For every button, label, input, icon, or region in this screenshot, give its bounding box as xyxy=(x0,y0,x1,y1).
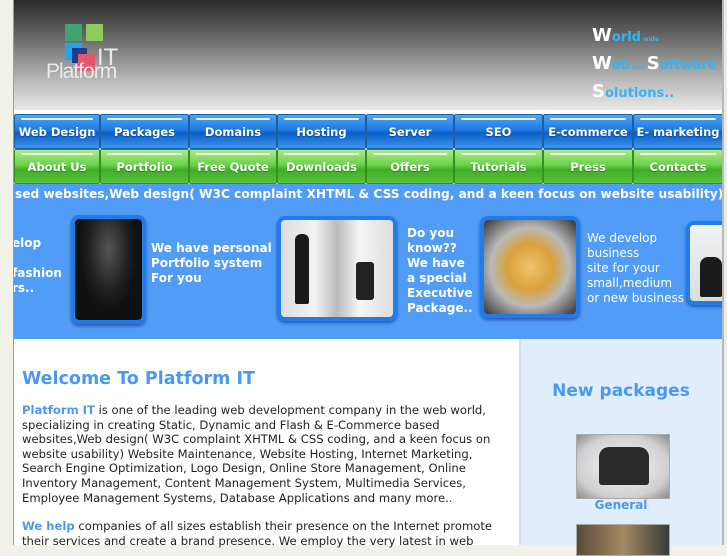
package-second-image[interactable] xyxy=(576,524,670,556)
promo-banner: sed websites,Web design( W3C complaint X… xyxy=(14,184,723,339)
portfolio-photo[interactable] xyxy=(71,215,146,324)
nav-seo[interactable]: SEO xyxy=(454,114,543,149)
scrolling-marquee: sed websites,Web design( W3C complaint X… xyxy=(15,187,723,201)
nav-about-us[interactable]: About Us xyxy=(14,149,100,184)
main-content: Welcome To Platform IT Platform IT is on… xyxy=(14,339,519,548)
nav-row-company: About Us Portfolio Free Quote Downloads … xyxy=(14,149,723,184)
executive-photo[interactable] xyxy=(277,216,397,321)
help-paragraph: We help companies of all sizes establish… xyxy=(22,519,493,548)
business-photo[interactable] xyxy=(480,216,580,318)
header: IT Platform World wide Web and Software … xyxy=(14,0,723,110)
nav-e-commerce[interactable]: E-commerce xyxy=(543,114,633,149)
logo-square-teal xyxy=(65,24,82,41)
nav-offers[interactable]: Offers xyxy=(366,149,454,184)
nav-packages[interactable]: Packages xyxy=(100,114,189,149)
team-silhouette xyxy=(599,447,649,485)
package-general-image[interactable] xyxy=(576,434,670,499)
nav-press[interactable]: Press xyxy=(543,149,633,184)
office-chair xyxy=(356,262,374,300)
nav-e-marketing[interactable]: E- marketing xyxy=(633,114,723,149)
nav-portfolio[interactable]: Portfolio xyxy=(100,149,189,184)
page-title: Welcome To Platform IT xyxy=(22,369,255,389)
intro-paragraph: Platform IT is one of the leading web de… xyxy=(22,403,491,505)
nav-downloads[interactable]: Downloads xyxy=(277,149,366,184)
page: IT Platform World wide Web and Software … xyxy=(13,0,725,556)
package-general-link[interactable]: General xyxy=(521,498,721,512)
executive-text: Do you know?? We have a special Executive Pac… xyxy=(407,226,473,315)
businessman-silhouette xyxy=(295,234,309,304)
tagline: World wide Web and Software Solutions.. xyxy=(592,25,717,102)
nav-hosting[interactable]: Hosting xyxy=(277,114,366,149)
platform-it-link[interactable]: Platform IT xyxy=(22,403,95,417)
nav-tutorials[interactable]: Tutorials xyxy=(454,149,543,184)
logo[interactable]: IT Platform xyxy=(31,22,121,88)
worker-silhouette xyxy=(700,257,722,297)
nav-web-design[interactable]: Web Design xyxy=(14,114,100,149)
portrait-image xyxy=(75,219,142,320)
sidebar-title: New packages xyxy=(552,381,690,401)
we-help-link[interactable]: We help xyxy=(22,519,75,533)
business-text: We develop business site for your small,med… xyxy=(587,231,685,305)
office-worker-photo[interactable] xyxy=(686,221,723,305)
cube-image xyxy=(484,220,576,314)
logo-square-green xyxy=(86,24,103,41)
nav-row-services: Web Design Packages Domains Hosting Serv… xyxy=(14,114,723,149)
nav-domains[interactable]: Domains xyxy=(189,114,277,149)
logo-platform-text: Platform xyxy=(46,60,117,83)
sidebar-new-packages: New packages General xyxy=(519,339,725,556)
portfolio-text: We have personal Portfolio system For you xyxy=(151,241,272,285)
banner-left-text: elop fashion rs.. xyxy=(14,236,62,295)
nav-free-quote[interactable]: Free Quote xyxy=(189,149,277,184)
nav-server[interactable]: Server xyxy=(366,114,454,149)
main-nav: Web Design Packages Domains Hosting Serv… xyxy=(14,114,723,184)
nav-contacts[interactable]: Contacts xyxy=(633,149,723,184)
